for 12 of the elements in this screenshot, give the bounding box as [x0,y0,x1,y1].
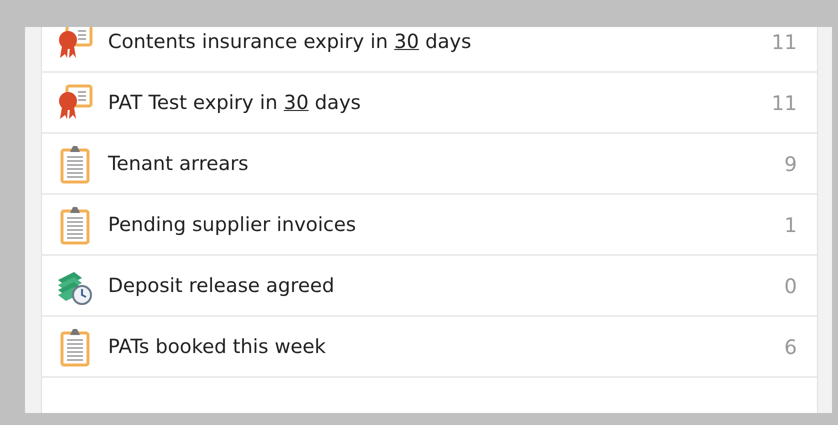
row-label: PATs booked this week [108,334,326,360]
row-label: Deposit release agreed [108,272,334,299]
row-count: 1 [784,212,797,238]
row-count: 9 [784,150,797,178]
row-label: Tenant arrears [108,150,248,177]
row-count: 6 [784,334,797,360]
row-label: Contents insurance expiry in 30 days [108,28,472,55]
row-count: 0 [784,272,797,300]
row-label: PAT Test expiry in 30 days [108,90,361,116]
row-count: 11 [772,28,797,56]
row-count: 11 [772,90,797,116]
row-label: Pending supplier invoices [108,212,356,238]
